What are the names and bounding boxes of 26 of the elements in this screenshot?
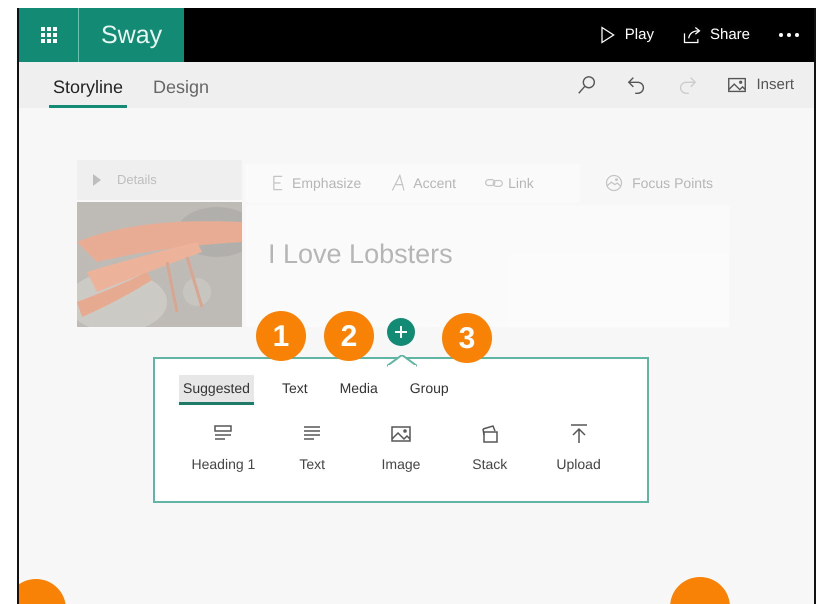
text-item[interactable]: Text <box>268 421 357 476</box>
plus-icon <box>395 326 407 338</box>
face-icon <box>604 173 624 193</box>
more-icon <box>778 32 800 38</box>
heading-item[interactable]: Heading 1 <box>179 421 268 476</box>
share-button[interactable]: Share <box>676 22 756 48</box>
insert-button[interactable]: Insert <box>720 74 800 96</box>
image-item[interactable]: Image <box>356 421 446 476</box>
upload-item[interactable]: Upload <box>534 421 623 476</box>
tab[interactable]: Text <box>278 375 312 405</box>
tab[interactable]: Suggested <box>179 375 254 405</box>
step-badge: 1 <box>256 311 306 361</box>
play-button[interactable]: Play <box>590 22 660 48</box>
app-name: Sway <box>79 8 184 62</box>
tab[interactable]: Storyline <box>49 66 128 108</box>
expand-arrow-icon <box>93 174 101 186</box>
step-badge: 2 <box>324 311 374 361</box>
tab[interactable]: Media <box>336 375 382 405</box>
tab[interactable]: Group <box>406 375 453 405</box>
add-button[interactable] <box>387 318 415 346</box>
apps-menu-button[interactable] <box>19 8 79 62</box>
share-icon <box>682 25 702 45</box>
grid-icon <box>40 27 56 43</box>
stack-item[interactable]: Stack <box>445 421 534 476</box>
tab[interactable]: Design <box>149 66 214 108</box>
step-badge: 3 <box>442 313 492 363</box>
